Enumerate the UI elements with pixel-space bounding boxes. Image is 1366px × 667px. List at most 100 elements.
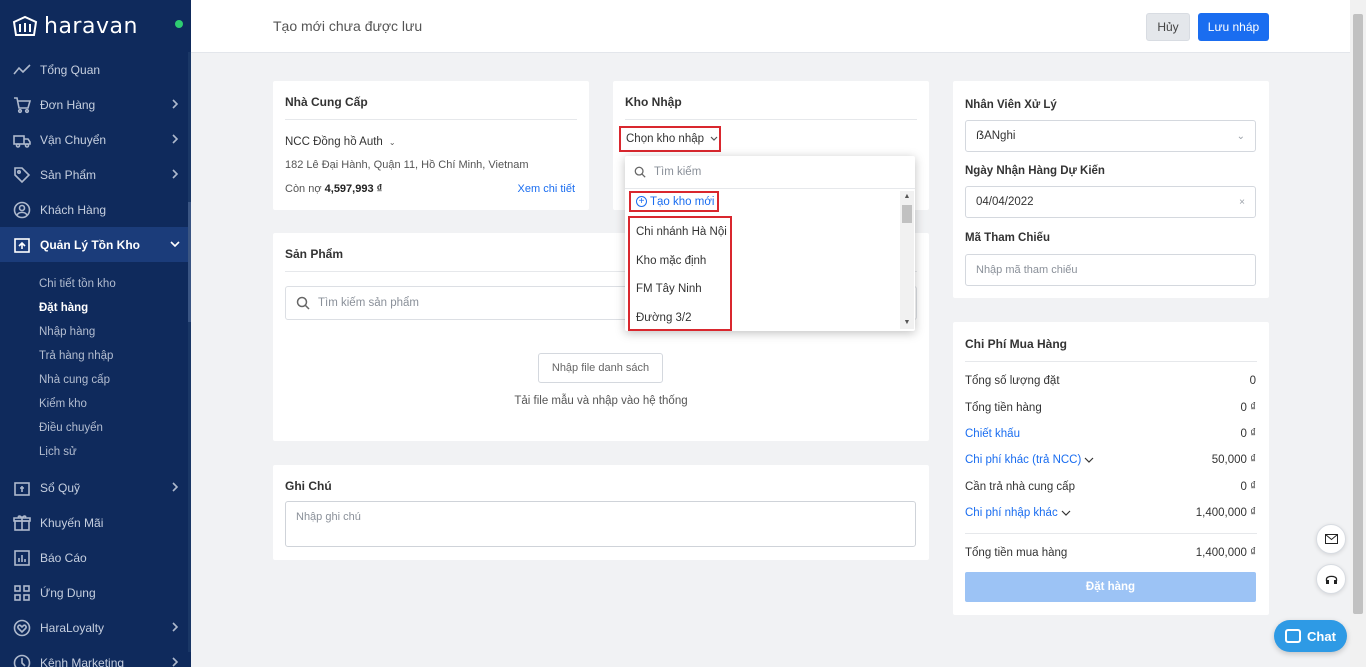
cost-value: 0 ₫ — [1240, 428, 1257, 440]
warehouse-icon — [12, 235, 32, 255]
cost-row-total: Tổng tiền mua hàng 1,400,000 ₫ — [965, 547, 1256, 559]
plus-circle-icon: + — [636, 196, 647, 207]
reference-input[interactable]: Nhập mã tham chiếu — [965, 254, 1256, 286]
support-button[interactable] — [1316, 564, 1346, 594]
marketing-icon — [12, 653, 32, 667]
sidebar-subitem-receive[interactable]: Nhập hàng — [0, 320, 191, 344]
wallet-icon — [12, 478, 32, 498]
headset-icon — [1325, 575, 1337, 584]
scrollbar-thumb[interactable] — [902, 205, 912, 223]
warehouse-select[interactable]: Chọn kho nhập — [619, 126, 721, 152]
sidebar-item-cashbook[interactable]: Sổ Quỹ — [0, 470, 191, 505]
clear-icon[interactable]: × — [1239, 197, 1245, 208]
sidebar-scrollbar[interactable] — [188, 52, 191, 652]
chat-icon — [1285, 629, 1302, 643]
staff-label: Nhân Viên Xử Lý — [965, 99, 1057, 111]
import-cost-link[interactable]: Chi phí nhập khác — [965, 507, 1071, 519]
warehouse-option[interactable]: Kho mặc định — [630, 247, 730, 276]
cost-value: 0 ₫ — [1240, 402, 1257, 414]
warehouse-option[interactable]: Chi nhánh Hà Nội — [630, 218, 730, 247]
reference-label: Mã Tham Chiếu — [965, 232, 1050, 244]
sidebar-item-marketing[interactable]: Kênh Marketing — [0, 645, 191, 667]
sidebar-item-orders[interactable]: Đơn Hàng — [0, 87, 191, 122]
supplier-detail-link[interactable]: Xem chi tiết — [518, 183, 575, 195]
date-label: Ngày Nhận Hàng Dự Kiến — [965, 165, 1105, 177]
supplier-debt-value: 4,597,993 ₫ — [324, 183, 383, 195]
sidebar-item-label: Báo Cáo — [40, 550, 87, 565]
other-cost-link[interactable]: Chi phí khác (trả NCC) — [965, 454, 1094, 466]
sidebar: haravan Tổng Quan Đơn Hàng Vận Chuyển Sả… — [0, 0, 191, 667]
cancel-button[interactable]: Hủy — [1146, 13, 1190, 41]
apps-icon — [12, 583, 32, 603]
date-value: 04/04/2022 — [976, 196, 1034, 208]
warehouse-option[interactable]: Đường 3/2 — [630, 304, 730, 333]
cost-label: Chi phí khác (trả NCC) — [965, 454, 1082, 466]
cost-label: Tổng tiền hàng — [965, 402, 1042, 414]
costs-card: Chi Phí Mua Hàng Tổng số lượng đặt 0 Tổn… — [953, 322, 1269, 615]
sidebar-item-apps[interactable]: Ứng Dụng — [0, 575, 191, 610]
page-scrollbar-thumb[interactable] — [1353, 14, 1363, 614]
sidebar-subitem-supplier[interactable]: Nhà cung cấp — [0, 368, 191, 392]
create-warehouse-label: Tạo kho mới — [650, 195, 715, 208]
cost-row-other-supplier[interactable]: Chi phí khác (trả NCC) 50,000 ₫ — [965, 454, 1256, 466]
sidebar-item-shipping[interactable]: Vận Chuyển — [0, 122, 191, 157]
date-input[interactable]: 04/04/2022 × — [965, 186, 1256, 218]
cart-icon — [12, 95, 32, 115]
notes-textarea[interactable]: Nhập ghi chú — [285, 501, 916, 547]
chevron-right-icon — [169, 656, 181, 667]
staff-select[interactable]: ẞANghi ⌄ — [965, 120, 1256, 152]
import-file-button[interactable]: Nhập file danh sách — [538, 353, 663, 383]
supplier-card: Nhà Cung Cấp NCC Đồng hồ Auth ⌄ 182 Lê Đ… — [273, 81, 589, 210]
sidebar-item-label: Sản Phẩm — [40, 167, 97, 182]
sidebar-item-products[interactable]: Sản Phẩm — [0, 157, 191, 192]
products-card-title: Sản Phẩm — [285, 247, 344, 261]
costs-card-title: Chi Phí Mua Hàng — [965, 337, 1067, 351]
chevron-right-icon — [169, 98, 181, 110]
chevron-right-icon — [169, 133, 181, 145]
cost-value: 0 ₫ — [1240, 481, 1257, 493]
warehouse-options: Chi nhánh Hà Nội Kho mặc định FM Tây Nin… — [628, 216, 732, 331]
sidebar-subitem-transfer[interactable]: Điều chuyển — [0, 416, 191, 440]
sidebar-subitem-purchase-order[interactable]: Đặt hàng — [0, 296, 191, 320]
chevron-right-icon — [169, 621, 181, 633]
cost-value: 1,400,000 ₫ — [1195, 507, 1256, 519]
sidebar-item-customers[interactable]: Khách Hàng — [0, 192, 191, 227]
sidebar-item-haraloyalty[interactable]: HaraLoyalty — [0, 610, 191, 645]
sidebar-subitem-inventory-detail[interactable]: Chi tiết tồn kho — [0, 272, 191, 296]
sidebar-item-overview[interactable]: Tổng Quan — [0, 52, 191, 87]
sidebar-subitem-stocktake[interactable]: Kiểm kho — [0, 392, 191, 416]
cost-row-other-import[interactable]: Chi phí nhập khác 1,400,000 ₫ — [965, 507, 1256, 519]
logo[interactable]: haravan — [0, 0, 191, 52]
cost-row-payable: Cần trả nhà cung cấp 0 ₫ — [965, 481, 1256, 493]
save-draft-button[interactable]: Lưu nháp — [1198, 13, 1269, 41]
heart-icon — [12, 618, 32, 638]
total-label: Tổng tiền mua hàng — [965, 547, 1068, 559]
scroll-up-arrow-icon[interactable]: ▲ — [900, 191, 914, 203]
sidebar-item-promotions[interactable]: Khuyến Mãi — [0, 505, 191, 540]
total-value: 1,400,000 ₫ — [1195, 547, 1256, 559]
chat-button[interactable]: Chat — [1274, 620, 1347, 652]
cost-row-quantity: Tổng số lượng đặt 0 — [965, 375, 1256, 387]
create-warehouse-button[interactable]: + Tạo kho mới — [629, 191, 719, 212]
page-scrollbar[interactable] — [1350, 0, 1366, 667]
discount-link[interactable]: Chiết khấu — [965, 428, 1020, 440]
chat-label: Chat — [1307, 628, 1336, 644]
sidebar-item-reports[interactable]: Báo Cáo — [0, 540, 191, 575]
warehouse-card-title: Kho Nhập — [625, 95, 682, 109]
cost-row-subtotal: Tổng tiền hàng 0 ₫ — [965, 402, 1256, 414]
gift-icon — [12, 513, 32, 533]
scroll-down-arrow-icon[interactable]: ▼ — [900, 317, 914, 329]
place-order-button[interactable]: Đặt hàng — [965, 572, 1256, 602]
sidebar-subitem-history[interactable]: Lịch sử — [0, 440, 191, 464]
warehouse-option[interactable]: FM Tây Ninh — [630, 275, 730, 304]
dropdown-scrollbar[interactable]: ▲ ▼ — [900, 191, 914, 329]
cost-row-discount[interactable]: Chiết khấu 0 ₫ — [965, 428, 1256, 440]
brand-name: haravan — [44, 13, 138, 39]
warehouse-search-input[interactable]: Tìm kiếm — [625, 156, 915, 189]
chevron-down-icon — [1061, 510, 1071, 516]
mail-button[interactable] — [1316, 524, 1346, 554]
supplier-select[interactable]: NCC Đồng hồ Auth ⌄ — [285, 136, 396, 148]
sidebar-item-inventory[interactable]: Quản Lý Tồn Kho — [0, 227, 191, 262]
sidebar-subitem-return[interactable]: Trả hàng nhập — [0, 344, 191, 368]
truck-icon — [12, 130, 32, 150]
